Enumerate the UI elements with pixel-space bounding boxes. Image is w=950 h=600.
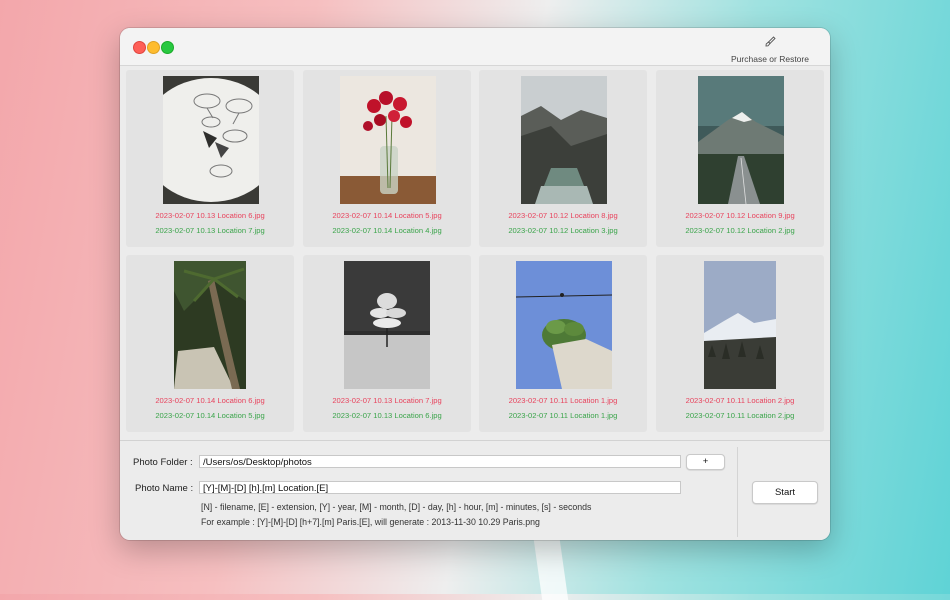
new-filename: 2023-02-07 10.13 Location 6.jpg <box>332 411 442 420</box>
original-filename: 2023-02-07 10.12 Location 8.jpg <box>508 211 618 220</box>
photo-folder-field[interactable]: /Users/os/Desktop/photos <box>199 455 681 468</box>
photo-card[interactable]: 2023-02-07 10.14 Location 5.jpg 2023-02-… <box>303 70 471 247</box>
photo-thumbnail <box>521 76 607 204</box>
original-filename: 2023-02-07 10.13 Location 6.jpg <box>155 211 265 220</box>
app-window: Purchase or Restore 2023-02-07 10.13 Loc… <box>120 28 830 540</box>
original-filename: 2023-02-07 10.11 Location 2.jpg <box>685 396 795 405</box>
new-filename: 2023-02-07 10.14 Location 4.jpg <box>332 226 442 235</box>
photo-thumbnail <box>698 76 784 204</box>
brush-icon <box>764 36 776 47</box>
photo-thumbnail <box>340 76 436 204</box>
settings-panel: Photo Folder : /Users/os/Desktop/photos … <box>120 440 830 540</box>
original-filename: 2023-02-07 10.11 Location 1.jpg <box>508 396 618 405</box>
photo-grid: 2023-02-07 10.13 Location 6.jpg 2023-02-… <box>126 70 824 434</box>
photo-card[interactable]: 2023-02-07 10.11 Location 2.jpg 2023-02-… <box>656 255 824 432</box>
purchase-restore-button[interactable]: Purchase or Restore <box>720 36 820 67</box>
format-example-hint: For example : [Y]-[M]-[D] [h+7].[m] Pari… <box>201 517 540 527</box>
new-filename: 2023-02-07 10.12 Location 3.jpg <box>508 226 618 235</box>
photo-name-label: Photo Name : <box>135 483 194 494</box>
new-filename: 2023-02-07 10.12 Location 2.jpg <box>685 226 795 235</box>
photo-folder-label: Photo Folder : <box>133 457 193 468</box>
new-filename: 2023-02-07 10.13 Location 7.jpg <box>155 226 265 235</box>
photo-name-field[interactable]: [Y]-[M]-[D] [h].[m] Location.[E] <box>199 481 681 494</box>
format-tokens-hint: [N] - filename, [E] - extension, [Y] - y… <box>201 502 592 512</box>
photo-thumbnail <box>704 261 776 389</box>
title-bar: Purchase or Restore <box>120 28 830 66</box>
zoom-button[interactable] <box>161 41 174 54</box>
new-filename: 2023-02-07 10.14 Location 5.jpg <box>155 411 265 420</box>
photo-card[interactable]: 2023-02-07 10.12 Location 8.jpg 2023-02-… <box>479 70 647 247</box>
new-filename: 2023-02-07 10.11 Location 1.jpg <box>508 411 618 420</box>
original-filename: 2023-02-07 10.12 Location 9.jpg <box>685 211 795 220</box>
minimize-button[interactable] <box>147 41 160 54</box>
original-filename: 2023-02-07 10.13 Location 7.jpg <box>332 396 442 405</box>
wallpaper-road <box>533 540 569 600</box>
photo-card[interactable]: 2023-02-07 10.13 Location 6.jpg 2023-02-… <box>126 70 294 247</box>
add-folder-button[interactable]: + <box>686 454 725 470</box>
close-button[interactable] <box>133 41 146 54</box>
photo-card[interactable]: 2023-02-07 10.12 Location 9.jpg 2023-02-… <box>656 70 824 247</box>
photo-card[interactable]: 2023-02-07 10.11 Location 1.jpg 2023-02-… <box>479 255 647 432</box>
original-filename: 2023-02-07 10.14 Location 6.jpg <box>155 396 265 405</box>
photo-thumbnail <box>163 76 259 204</box>
photo-thumbnail <box>516 261 612 389</box>
start-button[interactable]: Start <box>752 481 818 504</box>
panel-divider <box>737 447 738 537</box>
photo-thumbnail <box>174 261 246 389</box>
photo-card[interactable]: 2023-02-07 10.13 Location 7.jpg 2023-02-… <box>303 255 471 432</box>
photo-card[interactable]: 2023-02-07 10.14 Location 6.jpg 2023-02-… <box>126 255 294 432</box>
photo-thumbnail <box>344 261 430 389</box>
original-filename: 2023-02-07 10.14 Location 5.jpg <box>332 211 442 220</box>
purchase-label: Purchase or Restore <box>731 54 809 64</box>
new-filename: 2023-02-07 10.11 Location 2.jpg <box>685 411 795 420</box>
